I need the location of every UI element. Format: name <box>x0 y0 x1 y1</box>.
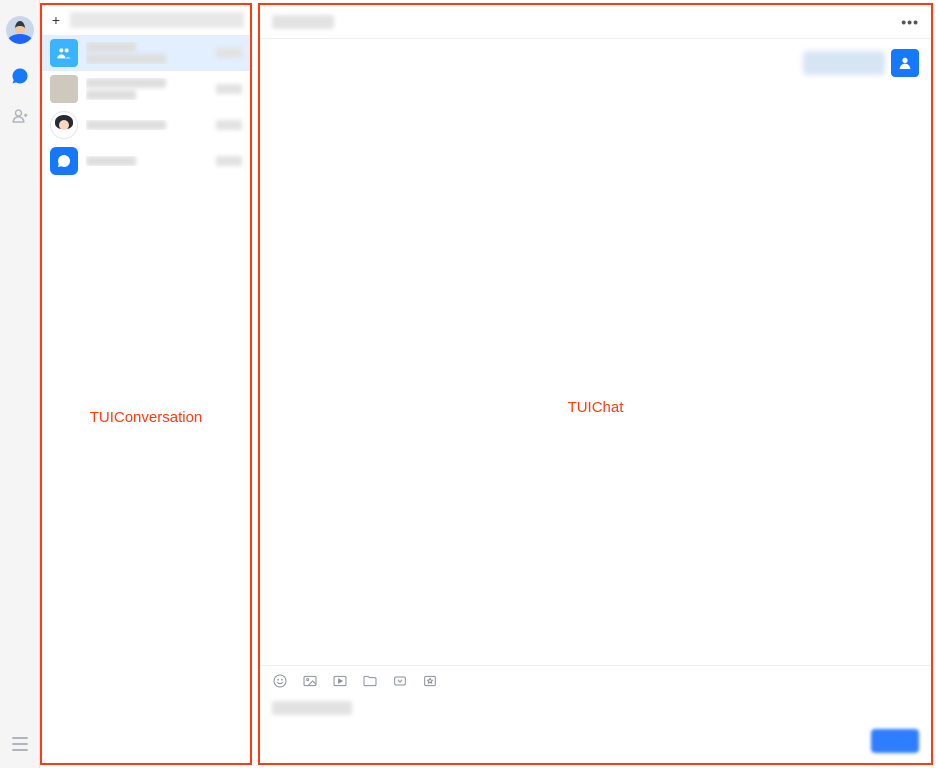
chat-body <box>260 39 931 665</box>
group-avatar-icon <box>50 39 78 67</box>
conversation-title <box>86 156 136 166</box>
conversation-search[interactable] <box>70 12 244 28</box>
image-icon[interactable] <box>302 673 318 689</box>
nav-contacts[interactable] <box>6 102 34 130</box>
chat-annotation: TUIChat <box>260 399 931 416</box>
conversation-time <box>216 84 242 94</box>
chat-title <box>272 15 334 29</box>
conversation-item[interactable] <box>42 71 250 107</box>
conversation-title <box>86 78 166 88</box>
conversation-panel: + <box>40 3 252 765</box>
conversation-annotation: TUIConversation <box>42 409 250 426</box>
conversation-time <box>216 156 242 166</box>
chat-input-placeholder <box>272 701 352 715</box>
conversation-time <box>216 120 242 130</box>
conversation-item[interactable] <box>42 35 250 71</box>
message-row <box>803 49 919 77</box>
star-icon[interactable] <box>422 673 438 689</box>
user-avatar-icon <box>50 111 78 139</box>
more-button[interactable]: ••• <box>901 14 919 30</box>
conversation-list <box>42 35 250 763</box>
capture-icon[interactable] <box>392 673 408 689</box>
folder-icon[interactable] <box>362 673 378 689</box>
send-button[interactable] <box>871 729 919 753</box>
user-avatar-icon <box>50 75 78 103</box>
chat-input-area[interactable] <box>260 695 931 763</box>
chat-panel: ••• TUIChat <box>258 3 933 765</box>
conversation-preview <box>86 90 136 100</box>
conversation-item[interactable] <box>42 107 250 143</box>
conversation-header: + <box>42 5 250 35</box>
new-conversation-button[interactable]: + <box>48 12 64 28</box>
chat-header: ••• <box>260 5 931 39</box>
conversation-item[interactable] <box>42 143 250 179</box>
nav-message[interactable] <box>6 62 34 90</box>
user-avatar[interactable] <box>6 16 34 44</box>
video-icon[interactable] <box>332 673 348 689</box>
nav-menu[interactable] <box>12 737 28 754</box>
conversation-preview <box>86 54 166 64</box>
conversation-title <box>86 42 136 52</box>
sender-avatar-icon <box>891 49 919 77</box>
conversation-time <box>216 48 242 58</box>
chat-toolbar <box>260 665 931 695</box>
emoji-icon[interactable] <box>272 673 288 689</box>
message-bubble <box>803 51 885 75</box>
conversation-title <box>86 120 166 130</box>
left-nav <box>0 0 40 768</box>
bot-avatar-icon <box>50 147 78 175</box>
